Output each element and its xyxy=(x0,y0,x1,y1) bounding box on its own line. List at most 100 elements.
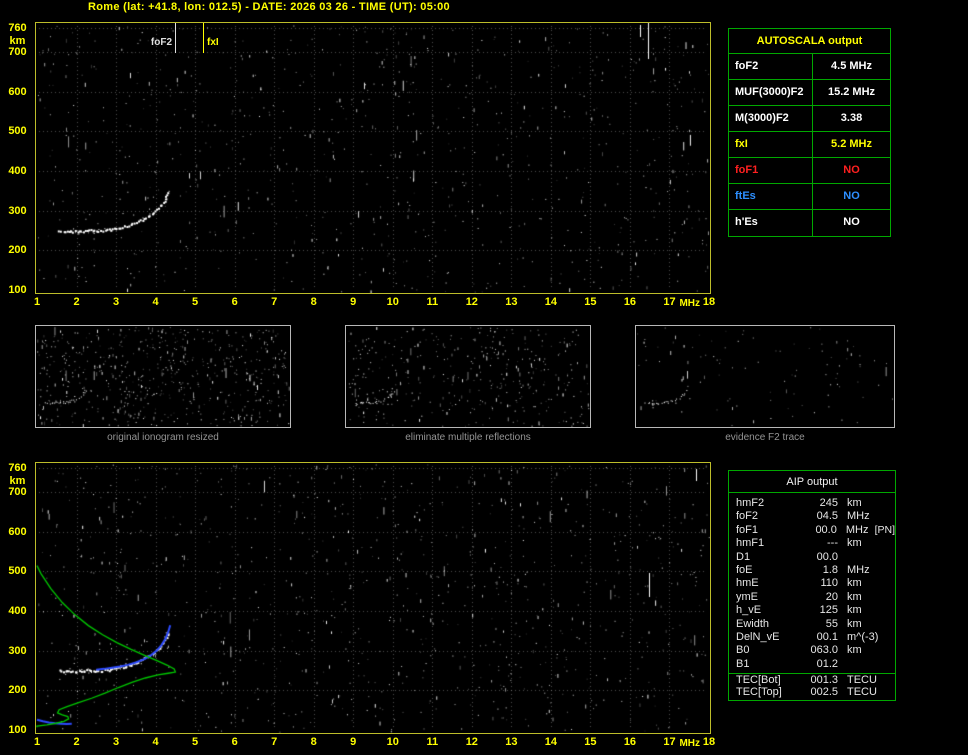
autoscala-param-label: h'Es xyxy=(729,210,813,236)
autoscala-param-value: 5.2 MHz xyxy=(831,138,872,150)
aip-value: 55 xyxy=(825,617,838,630)
aip-value: 1.8 xyxy=(822,563,838,576)
aip-row-h_vE: h_vE 125 km xyxy=(736,604,895,617)
aip-extra xyxy=(872,631,895,644)
x-tick-5: 5 xyxy=(192,736,199,748)
autoscala-row-MUF(3000)F2: MUF(3000)F2 15.2 MHz xyxy=(729,80,890,106)
aip-extra xyxy=(872,618,895,631)
x-tick-12: 12 xyxy=(465,296,478,308)
x-tick-9: 9 xyxy=(350,296,357,308)
aip-param: foF1 xyxy=(736,523,759,536)
aip-value: 20 xyxy=(825,590,838,603)
aip-row-Ewidth: Ewidth 55 km xyxy=(736,618,895,631)
aip-unit: km xyxy=(847,537,862,550)
aip-param: TEC[Top] xyxy=(736,686,782,699)
x-tick-9: 9 xyxy=(350,736,357,748)
thumbnail-original-canvas xyxy=(36,326,290,427)
x-tick-1: 1 xyxy=(33,296,41,308)
aip-row-B0: B0 063.0 km xyxy=(736,644,895,657)
aip-value: 110 xyxy=(820,577,838,590)
thumbnail-caption-original: original ionogram resized xyxy=(107,432,219,443)
x-tick-13: 13 xyxy=(505,736,518,748)
aip-value: 002.5 xyxy=(810,686,838,699)
aip-extra xyxy=(872,497,895,510)
y-tick-300: 300 xyxy=(8,644,27,657)
autoscala-param-label: fxI xyxy=(729,132,813,157)
y-tick-760: 760 xyxy=(8,22,27,34)
aip-row-TEC[Bot]: TEC[Bot] 001.3 TECU xyxy=(729,673,895,686)
aip-param: hmF2 xyxy=(736,497,765,509)
x-tick-4: 4 xyxy=(152,736,159,748)
aip-unit: MHz xyxy=(847,563,870,576)
aip-row-hmF2: hmF2 245 km xyxy=(736,497,895,510)
x-tick-12: 12 xyxy=(465,736,478,748)
aip-extra xyxy=(872,577,895,590)
aip-output-table: AIP output hmF2 245 km foF2 04.5 MHz foF1 00.0 M… xyxy=(728,470,896,701)
autoscala-param-label: foF2 xyxy=(729,54,813,79)
thumbnail-filtered-canvas xyxy=(346,326,590,427)
aip-extra xyxy=(872,644,895,657)
y-tick-760: 760 xyxy=(8,462,27,474)
x-tick-14: 14 xyxy=(544,296,557,308)
aip-row-D1: D1 00.0 xyxy=(736,551,895,564)
thumbnail-filtered-ionogram xyxy=(345,325,591,428)
autoscala-param-label: ftEs xyxy=(729,184,813,209)
x-tick-8: 8 xyxy=(310,736,317,748)
autoscala-row-foF2: foF2 4.5 MHz xyxy=(729,54,890,80)
aip-extra xyxy=(872,604,895,617)
x-tick-15: 15 xyxy=(584,296,597,308)
aip-unit: MHz xyxy=(847,510,870,523)
y-tick-700: 700 xyxy=(8,45,27,58)
y-tick-400: 400 xyxy=(8,604,27,617)
aip-row-hmE: hmE 110 km xyxy=(736,577,895,590)
aip-param: foF2 xyxy=(736,510,759,523)
y-tick-100: 100 xyxy=(8,284,27,296)
aip-value: 125 xyxy=(819,604,838,617)
x-tick-6: 6 xyxy=(231,736,238,748)
x-tick-4: 4 xyxy=(152,296,159,308)
y-tick-600: 600 xyxy=(8,525,27,538)
fxi-marker-label: fxI xyxy=(207,37,219,48)
aip-unit: TECU xyxy=(847,686,877,699)
y-tick-200: 200 xyxy=(8,684,27,697)
thumbnail-caption-filtered: eliminate multiple reflections xyxy=(405,432,531,443)
fof2-marker-label: foF2 xyxy=(150,37,172,48)
aip-unit: km xyxy=(847,644,862,657)
aip-unit: km xyxy=(847,604,862,617)
x-tick-14: 14 xyxy=(544,736,557,748)
aip-param: Ewidth xyxy=(736,617,770,630)
thumbnail-original-ionogram xyxy=(35,325,291,428)
thumbnail-caption-f2-trace: evidence F2 trace xyxy=(725,432,805,443)
aip-value: --- xyxy=(827,537,838,550)
aip-row-ymE: ymE 20 km xyxy=(736,591,895,604)
autoscala-param-label: MUF(3000)F2 xyxy=(729,80,813,105)
aip-param: hmE xyxy=(736,577,759,590)
aip-unit: m^(-3) xyxy=(847,630,879,643)
aip-unit: MHz xyxy=(845,523,869,536)
aip-value: 001.3 xyxy=(810,674,838,687)
aip-value: 01.2 xyxy=(816,657,838,670)
x-tick-18: 18 xyxy=(702,736,716,748)
thumbnail-f2-trace-canvas xyxy=(636,326,894,427)
aip-row-foF2: foF2 04.5 MHz xyxy=(736,510,895,523)
aip-param: TEC[Bot] xyxy=(736,674,781,687)
autoscala-row-fxI: fxI 5.2 MHz xyxy=(729,132,890,158)
thumbnail-f2-trace xyxy=(635,325,895,428)
recorded-ionogram-canvas xyxy=(36,23,710,293)
aip-extra xyxy=(872,686,895,699)
x-tick-2: 2 xyxy=(73,736,80,748)
x-tick-13: 13 xyxy=(505,296,518,308)
autoscala-row-M(3000)F2: M(3000)F2 3.38 xyxy=(729,106,890,132)
aip-unit: km xyxy=(847,590,862,603)
aip-param: h_vE xyxy=(736,604,762,617)
aip-param: foE xyxy=(736,563,753,576)
aip-extra xyxy=(872,591,895,604)
aip-extra xyxy=(872,551,895,564)
aip-table-body: hmF2 245 km foF2 04.5 MHz foF1 00.0 MHz [PN] hmF1 -… xyxy=(729,493,895,700)
aip-param: B0 xyxy=(736,644,750,657)
aip-row-B1: B1 01.2 xyxy=(736,658,895,671)
x-tick-6: 6 xyxy=(231,296,238,308)
aip-row-foE: foE 1.8 MHz xyxy=(736,564,895,577)
autoscala-param-label: M(3000)F2 xyxy=(729,106,813,131)
autoscala-param-label: foF1 xyxy=(729,158,813,183)
